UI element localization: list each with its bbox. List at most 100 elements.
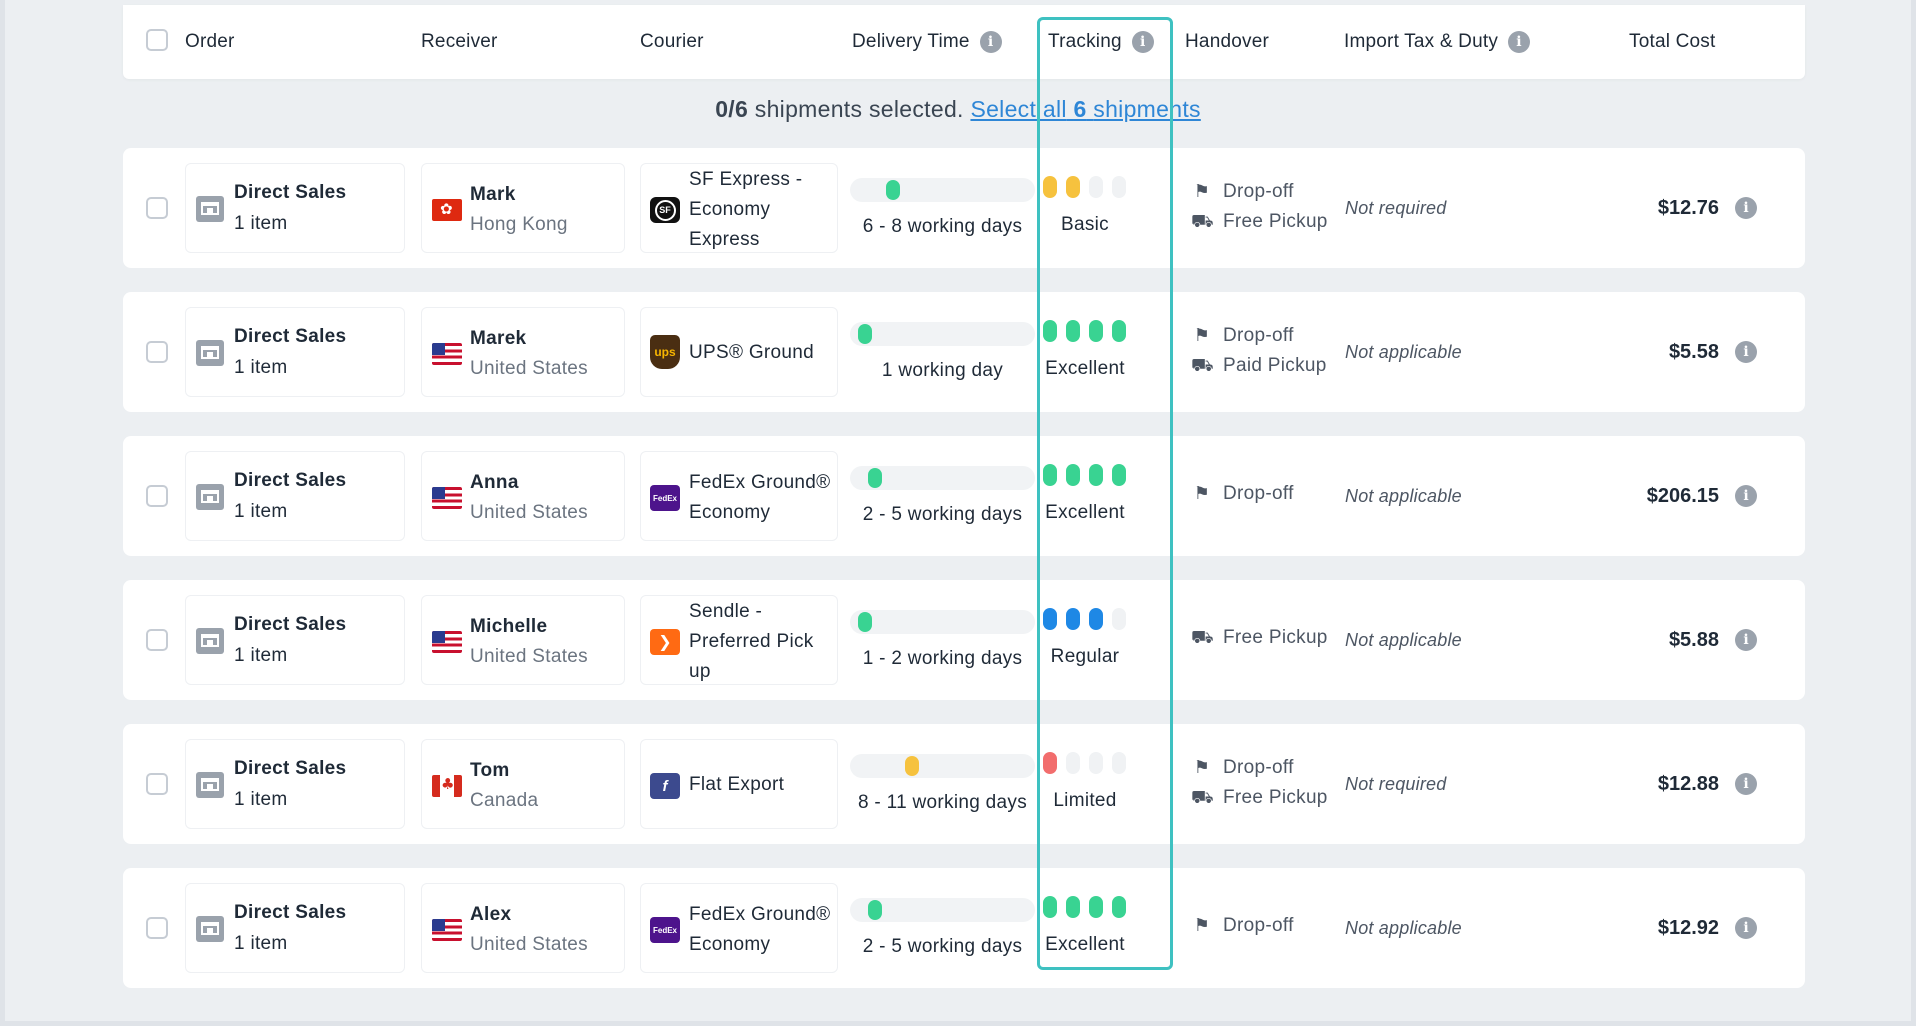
courier-service-line: Express — [689, 229, 760, 250]
import-tax-status: Not required — [1345, 198, 1447, 218]
shipment-row[interactable]: Direct Sales 1 item Marek United States … — [123, 292, 1805, 412]
receiver-card[interactable]: Alex United States — [421, 883, 625, 973]
tracking-level-pill — [1089, 752, 1103, 774]
tracking-level-pill — [1112, 896, 1126, 918]
tracking-level-pill — [1112, 608, 1126, 630]
courier-card[interactable]: ❯ Sendle - Preferred Pick up — [640, 595, 838, 685]
sf-express-logo: SF — [650, 197, 680, 223]
order-card[interactable]: Direct Sales 1 item — [185, 883, 405, 973]
courier-service-line: Economy — [689, 934, 771, 955]
ups-logo: ups — [650, 335, 680, 369]
column-header-delivery-time[interactable]: Delivery Time i — [852, 5, 1002, 79]
info-icon[interactable]: i — [1735, 197, 1757, 219]
fedex-logo: FedEx — [650, 917, 680, 943]
info-icon[interactable]: i — [979, 31, 1002, 53]
handover-option: ⛟ Free Pickup — [1191, 627, 1328, 651]
handover-option: ⛟ Free Pickup — [1191, 787, 1328, 811]
courier-service-line: FedEx Ground® — [689, 904, 831, 925]
order-card[interactable]: Direct Sales 1 item — [185, 739, 405, 829]
tracking-label: Excellent — [1045, 502, 1125, 523]
select-all-link[interactable]: Select all 6 shipments — [970, 96, 1200, 122]
delivery-time-bar — [850, 754, 1035, 778]
row-checkbox[interactable] — [146, 773, 168, 795]
column-header-handover[interactable]: Handover — [1185, 5, 1269, 79]
shipment-row[interactable]: Direct Sales 1 item Alex United States F… — [123, 868, 1805, 988]
us-flag — [432, 487, 462, 509]
courier-card[interactable]: FedEx FedEx Ground® Economy — [640, 883, 838, 973]
selection-text: shipments selected. — [754, 96, 964, 122]
courier-card[interactable]: SF SF Express - Economy Express — [640, 163, 838, 253]
info-icon[interactable]: i — [1735, 485, 1757, 507]
total-cost: $12.88 — [1657, 773, 1719, 795]
delivery-time-marker — [868, 468, 882, 488]
store-icon — [196, 916, 224, 942]
info-icon[interactable]: i — [1735, 773, 1757, 795]
order-card[interactable]: Direct Sales 1 item — [185, 163, 405, 253]
column-header-tracking[interactable]: Tracking i — [1048, 5, 1154, 79]
courier-service-line: Sendle - — [689, 601, 763, 622]
drop-off-icon: ⚑ — [1193, 325, 1211, 346]
ca-flag — [432, 775, 462, 797]
column-header-receiver[interactable]: Receiver — [421, 5, 498, 79]
import-tax-status: Not applicable — [1345, 486, 1462, 506]
receiver-card[interactable]: Anna United States — [421, 451, 625, 541]
row-checkbox[interactable] — [146, 629, 168, 651]
column-header-order[interactable]: Order — [185, 5, 235, 79]
total-cost: $12.76 — [1657, 197, 1719, 219]
info-icon[interactable]: i — [1735, 341, 1757, 363]
courier-service-line: Economy — [689, 199, 771, 220]
select-all-checkbox[interactable] — [146, 29, 168, 51]
row-checkbox[interactable] — [146, 341, 168, 363]
row-checkbox[interactable] — [146, 485, 168, 507]
receiver-card[interactable]: Mark Hong Kong — [421, 163, 625, 253]
pickup-truck-icon: ⛟ — [1191, 627, 1214, 648]
info-icon[interactable]: i — [1131, 31, 1154, 53]
column-header-courier[interactable]: Courier — [640, 5, 704, 79]
order-card[interactable]: Direct Sales 1 item — [185, 451, 405, 541]
selection-summary: 0/6 shipments selected. Select all 6 shi… — [0, 96, 1916, 132]
tracking-level-pill — [1043, 320, 1057, 342]
delivery-time-text: 2 - 5 working days — [862, 936, 1023, 957]
sendle-logo: ❯ — [650, 629, 680, 655]
tracking-level-pill — [1066, 176, 1080, 198]
store-icon — [196, 628, 224, 654]
delivery-time-marker — [905, 756, 919, 776]
courier-card[interactable]: FedEx FedEx Ground® Economy — [640, 451, 838, 541]
order-card[interactable]: Direct Sales 1 item — [185, 307, 405, 397]
column-header-total-cost[interactable]: Total Cost — [1629, 5, 1715, 79]
tracking-level-pill — [1112, 464, 1126, 486]
courier-card[interactable]: f Flat Export — [640, 739, 838, 829]
row-checkbox[interactable] — [146, 197, 168, 219]
tracking-level-pill — [1066, 896, 1080, 918]
info-icon[interactable]: i — [1735, 917, 1757, 939]
total-cost: $12.92 — [1657, 917, 1719, 939]
receiver-card[interactable]: Tom Canada — [421, 739, 625, 829]
drop-off-icon: ⚑ — [1193, 483, 1211, 504]
row-checkbox[interactable] — [146, 917, 168, 939]
import-tax-status: Not applicable — [1345, 342, 1462, 362]
order-card[interactable]: Direct Sales 1 item — [185, 595, 405, 685]
delivery-time-bar — [850, 322, 1035, 346]
courier-card[interactable]: ups UPS® Ground — [640, 307, 838, 397]
shipment-row[interactable]: Direct Sales 1 item Tom Canada f Flat Ex… — [123, 724, 1805, 844]
receiver-card[interactable]: Michelle United States — [421, 595, 625, 685]
order-items: 1 item — [234, 789, 288, 810]
info-icon[interactable]: i — [1508, 31, 1531, 53]
tracking-level-pill — [1043, 896, 1057, 918]
delivery-time-marker — [858, 324, 872, 344]
info-icon[interactable]: i — [1735, 629, 1757, 651]
tracking-level-pill — [1112, 176, 1126, 198]
order-items: 1 item — [234, 645, 288, 666]
tracking-label: Regular — [1050, 646, 1120, 667]
handover-options: ⛟ Free Pickup — [1191, 580, 1351, 700]
tracking-level-pill — [1043, 752, 1057, 774]
us-flag — [432, 919, 462, 941]
shipment-row[interactable]: Direct Sales 1 item Michelle United Stat… — [123, 580, 1805, 700]
flat-export-logo: f — [650, 773, 680, 799]
column-header-import-tax[interactable]: Import Tax & Duty i — [1344, 5, 1531, 79]
receiver-card[interactable]: Marek United States — [421, 307, 625, 397]
receiver-country: Canada — [470, 790, 539, 811]
shipment-row[interactable]: Direct Sales 1 item Anna United States F… — [123, 436, 1805, 556]
shipment-row[interactable]: Direct Sales 1 item Mark Hong Kong SF SF… — [123, 148, 1805, 268]
store-icon — [196, 772, 224, 798]
